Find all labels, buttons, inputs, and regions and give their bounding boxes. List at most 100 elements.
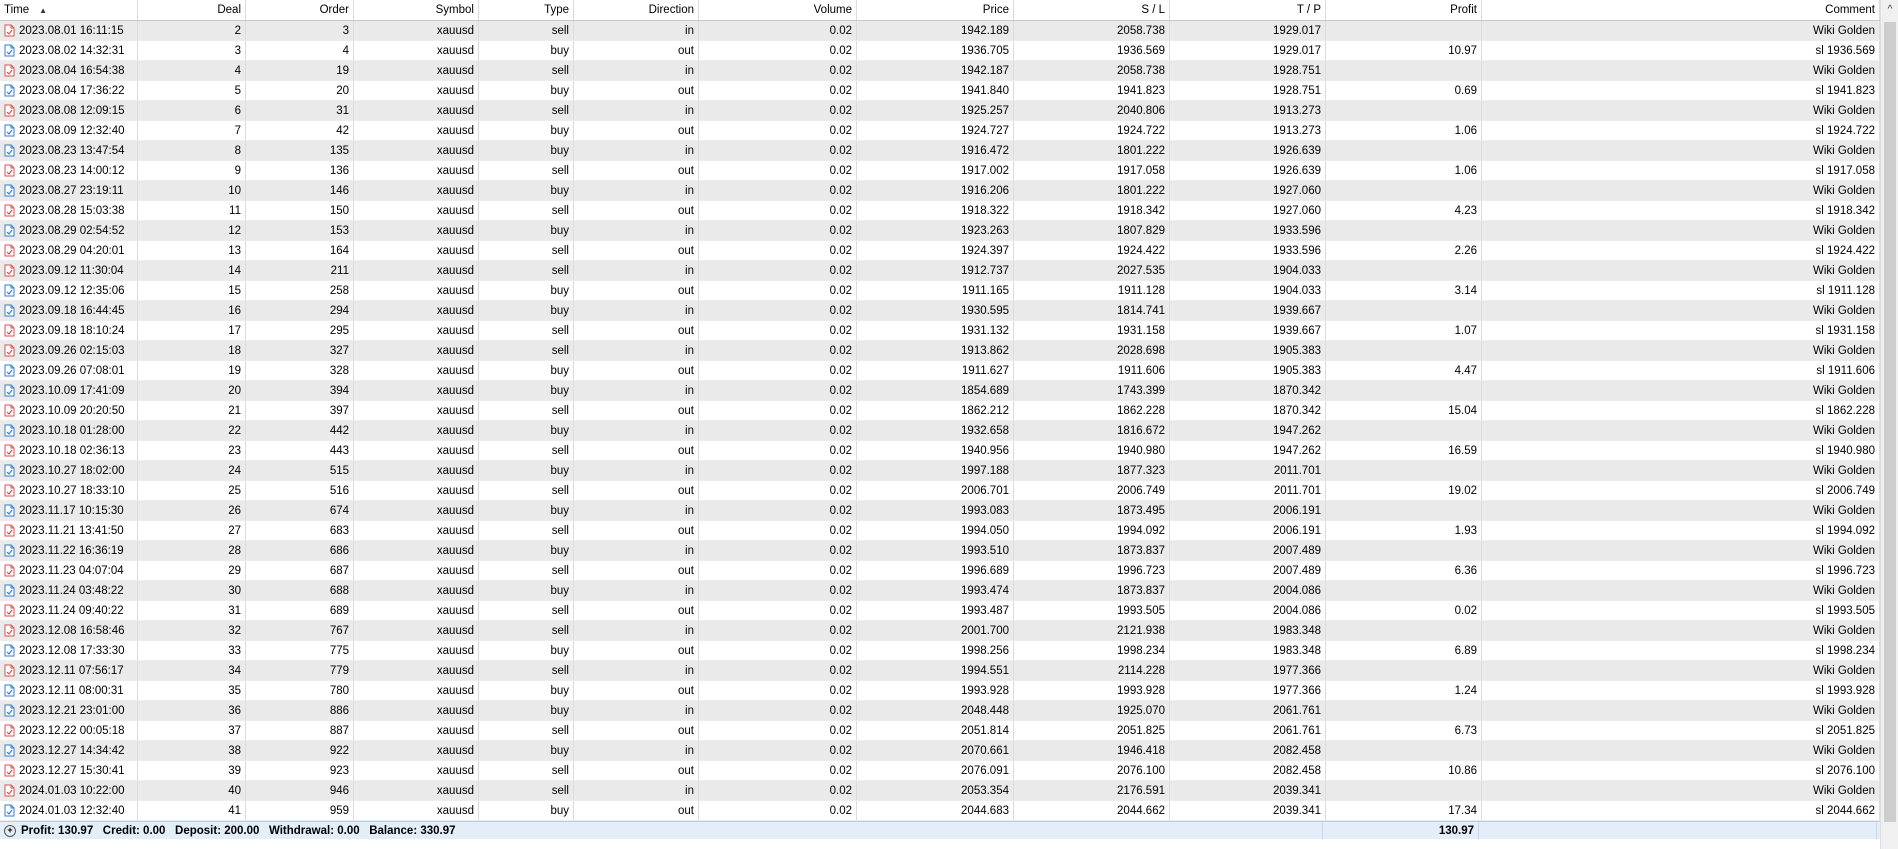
cell-symbol: xauusd <box>354 281 479 300</box>
table-row[interactable]: 2023.10.09 17:41:09 20 394 xauusd buy in 0.02 1… <box>0 381 1880 401</box>
cell-text: out <box>678 564 694 577</box>
table-row[interactable]: 2023.08.23 14:00:12 9 136 xauusd sell out 0.02… <box>0 161 1880 181</box>
column-header-direction[interactable]: Direction <box>574 0 699 20</box>
column-header-profit[interactable]: Profit <box>1326 0 1482 20</box>
cell-text: xauusd <box>436 444 474 457</box>
cell-text: 2006.701 <box>961 484 1009 497</box>
table-row[interactable]: 2023.09.26 07:08:01 19 328 xauusd buy out 0.02… <box>0 361 1880 381</box>
table-row[interactable]: 2023.10.18 01:28:00 22 442 xauusd buy in 0.02 1… <box>0 421 1880 441</box>
expand-plus-icon[interactable]: + <box>4 824 16 837</box>
table-row[interactable]: 2023.08.08 12:09:15 6 31 xauusd sell in 0.02 19… <box>0 101 1880 121</box>
cell-direction: in <box>574 381 699 400</box>
column-header-comment[interactable]: Comment <box>1482 0 1880 20</box>
table-row[interactable]: 2023.11.24 03:48:22 30 688 xauusd buy in 0.02 1… <box>0 581 1880 601</box>
table-row[interactable]: 2023.08.27 23:19:11 10 146 xauusd buy in 0.02 1… <box>0 181 1880 201</box>
table-row[interactable]: 2023.09.12 12:35:06 15 258 xauusd buy out 0.02… <box>0 281 1880 301</box>
table-row[interactable]: 2023.11.21 13:41:50 27 683 xauusd sell out 0.0… <box>0 521 1880 541</box>
cell-text: xauusd <box>436 624 474 637</box>
cell-text: buy <box>550 804 569 817</box>
cell-text: buy <box>550 364 569 377</box>
table-row[interactable]: 2023.09.12 11:30:04 14 211 xauusd sell in 0.02… <box>0 261 1880 281</box>
column-header-order[interactable]: Order <box>246 0 354 20</box>
table-row[interactable]: 2023.11.22 16:36:19 28 686 xauusd buy in 0.02 1… <box>0 541 1880 561</box>
cell-profit <box>1326 141 1482 160</box>
cell-text: Wiki Golden <box>1813 24 1875 37</box>
cell-text: 516 <box>329 484 349 497</box>
table-row[interactable]: 2023.08.09 12:32:40 7 42 xauusd buy out 0.02 19… <box>0 121 1880 141</box>
table-row[interactable]: 2024.01.03 12:32:40 41 959 xauusd buy out 0.02… <box>0 801 1880 821</box>
column-header-tp[interactable]: T / P <box>1170 0 1326 20</box>
table-row[interactable]: 2023.08.29 04:20:01 13 164 xauusd sell out 0.0… <box>0 241 1880 261</box>
table-row[interactable]: 2023.08.23 13:47:54 8 135 xauusd buy in 0.02 19… <box>0 141 1880 161</box>
cell-tp: 1927.060 <box>1170 181 1326 200</box>
cell-direction: out <box>574 361 699 380</box>
table-row[interactable]: 2023.12.22 00:05:18 37 887 xauusd sell out 0.0… <box>0 721 1880 741</box>
table-row[interactable]: 2023.12.11 07:56:17 34 779 xauusd sell in 0.02… <box>0 661 1880 681</box>
table-row[interactable]: 2023.12.11 08:00:31 35 780 xauusd buy out 0.02… <box>0 681 1880 701</box>
table-row[interactable]: 2023.09.18 18:10:24 17 295 xauusd sell out 0.0… <box>0 321 1880 341</box>
table-row[interactable]: 2023.08.02 14:32:31 3 4 xauusd buy out 0.02 193… <box>0 41 1880 61</box>
column-header-deal[interactable]: Deal <box>138 0 246 20</box>
cell-text: buy <box>550 304 569 317</box>
column-header-type[interactable]: Type <box>479 0 574 20</box>
sell-deal-icon <box>4 244 15 257</box>
column-header-volume[interactable]: Volume <box>699 0 857 20</box>
cell-text: out <box>678 804 694 817</box>
cell-text: buy <box>550 424 569 437</box>
cell-volume: 0.02 <box>699 141 857 160</box>
cell-sl: 1911.606 <box>1014 361 1170 380</box>
cell-tp: 2039.341 <box>1170 801 1326 820</box>
table-row[interactable]: 2023.08.04 16:54:38 4 19 xauusd sell in 0.02 19… <box>0 61 1880 81</box>
cell-time: 2023.08.02 14:32:31 <box>0 41 138 60</box>
column-header-time[interactable]: Time ▲ <box>0 0 138 20</box>
cell-text: 2051.825 <box>1117 724 1165 737</box>
table-row[interactable]: 2023.12.27 14:34:42 38 922 xauusd buy in 0.02 2… <box>0 741 1880 761</box>
table-row[interactable]: 2023.11.23 04:07:04 29 687 xauusd sell out 0.0… <box>0 561 1880 581</box>
table-row[interactable]: 2024.01.03 10:22:00 40 946 xauusd sell in 0.02… <box>0 781 1880 801</box>
scrollbar-thumb[interactable] <box>1884 22 1896 822</box>
table-row[interactable]: 2023.10.27 18:02:00 24 515 xauusd buy in 0.02 1… <box>0 461 1880 481</box>
cell-text: xauusd <box>436 784 474 797</box>
column-header-price[interactable]: Price <box>857 0 1014 20</box>
cell-profit: 1.93 <box>1326 521 1482 540</box>
cell-text: sell <box>551 624 569 637</box>
cell-text: out <box>678 484 694 497</box>
table-row[interactable]: 2023.10.27 18:33:10 25 516 xauusd sell out 0.0… <box>0 481 1880 501</box>
cell-volume: 0.02 <box>699 461 857 480</box>
table-row[interactable]: 2023.11.17 10:15:30 26 674 xauusd buy in 0.02 1… <box>0 501 1880 521</box>
table-row[interactable]: 2023.10.09 20:20:50 21 397 xauusd sell out 0.0… <box>0 401 1880 421</box>
cell-sl: 1877.323 <box>1014 461 1170 480</box>
cell-volume: 0.02 <box>699 201 857 220</box>
cell-direction: in <box>574 461 699 480</box>
table-row[interactable]: 2023.08.04 17:36:22 5 20 xauusd buy out 0.02 19… <box>0 81 1880 101</box>
cell-direction: in <box>574 141 699 160</box>
table-row[interactable]: 2023.08.29 02:54:52 12 153 xauusd buy in 0.02 1… <box>0 221 1880 241</box>
cell-text: xauusd <box>436 104 474 117</box>
sell-deal-icon <box>4 64 15 77</box>
cell-text: xauusd <box>436 564 474 577</box>
cell-profit: 10.86 <box>1326 761 1482 780</box>
table-row[interactable]: 2023.08.28 15:03:38 11 150 xauusd sell out 0.0… <box>0 201 1880 221</box>
vertical-scrollbar[interactable]: ^ <box>1880 0 1898 849</box>
table-row[interactable]: 2023.12.21 23:01:00 36 886 xauusd buy in 0.02 2… <box>0 701 1880 721</box>
table-row[interactable]: 2023.10.18 02:36:13 23 443 xauusd sell out 0.0… <box>0 441 1880 461</box>
cell-text: 1993.505 <box>1117 604 1165 617</box>
table-row[interactable]: 2023.09.26 02:15:03 18 327 xauusd sell in 0.02… <box>0 341 1880 361</box>
cell-text: 4.23 <box>1454 204 1477 217</box>
cell-text: 1862.212 <box>961 404 1009 417</box>
cell-profit <box>1326 61 1482 80</box>
cell-text: 2058.738 <box>1117 24 1165 37</box>
table-row[interactable]: 2023.09.18 16:44:45 16 294 xauusd buy in 0.02 1… <box>0 301 1880 321</box>
column-header-symbol[interactable]: Symbol <box>354 0 479 20</box>
table-row[interactable]: 2023.12.08 17:33:30 33 775 xauusd buy out 0.02… <box>0 641 1880 661</box>
table-row[interactable]: 2023.12.08 16:58:46 32 767 xauusd sell in 0.02… <box>0 621 1880 641</box>
cell-text: xauusd <box>436 244 474 257</box>
cell-text: 1912.737 <box>961 264 1009 277</box>
column-header-sl[interactable]: S / L <box>1014 0 1170 20</box>
cell-text: Wiki Golden <box>1813 304 1875 317</box>
table-row[interactable]: 2023.08.01 16:11:15 2 3 xauusd sell in 0.02 194… <box>0 21 1880 41</box>
scroll-up-arrow-icon[interactable]: ^ <box>1881 0 1898 18</box>
table-row[interactable]: 2023.11.24 09:40:22 31 689 xauusd sell out 0.0… <box>0 601 1880 621</box>
table-row[interactable]: 2023.12.27 15:30:41 39 923 xauusd sell out 0.0… <box>0 761 1880 781</box>
cell-text: 1941.840 <box>961 84 1009 97</box>
